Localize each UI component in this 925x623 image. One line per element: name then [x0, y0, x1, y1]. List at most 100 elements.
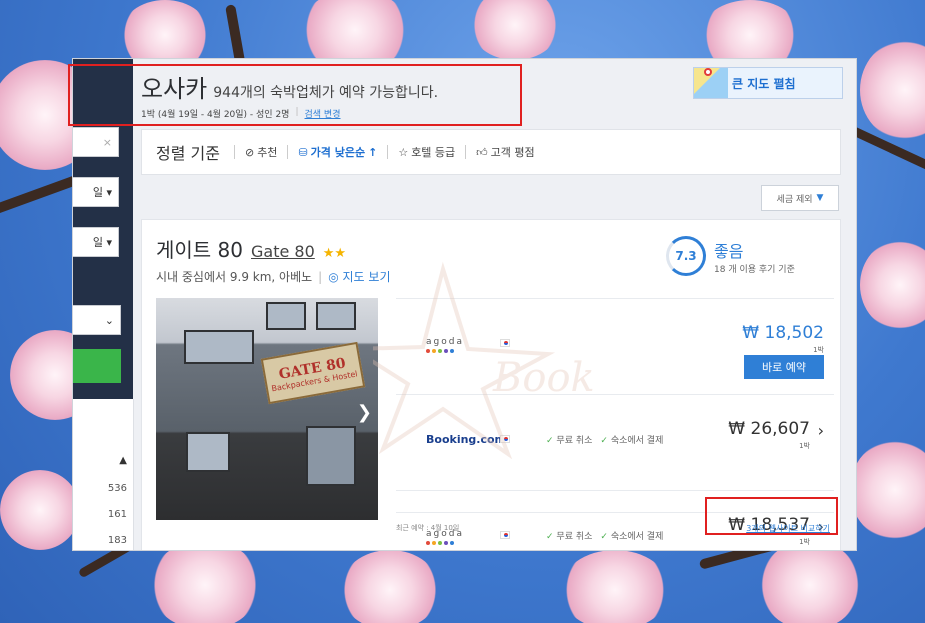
agoda-dots — [426, 349, 464, 353]
price-per-night: 1박 — [813, 346, 824, 354]
hotel-name-ko[interactable]: 게이트 80 — [156, 234, 243, 263]
chevron-right-icon[interactable]: › — [818, 421, 824, 440]
map-pin-icon — [704, 68, 712, 76]
check-icon: ✓ — [546, 436, 554, 446]
show-map-link[interactable]: ◎ 지도 보기 — [328, 268, 390, 285]
tax-toggle-button[interactable]: 세금 제외 ▼ — [761, 185, 839, 211]
hotel-name-en[interactable]: Gate 80 — [251, 242, 315, 261]
offer-perks: ✓ 무료 취소 ✓ 숙소에서 결제 — [546, 433, 663, 446]
large-map-button[interactable]: 큰 지도 펼침 — [693, 67, 843, 99]
map-thumbnail — [694, 68, 728, 98]
divider: | — [318, 269, 323, 284]
divider — [287, 145, 289, 159]
filter-count: 161 — [107, 509, 127, 520]
chevron-down-icon: ⌄ — [104, 313, 114, 327]
site-name: agoda — [426, 337, 464, 347]
price-amount: ₩ 26,607 — [728, 419, 810, 439]
caret-down-icon: ▼ — [816, 193, 824, 203]
collapse-icon[interactable]: ▲ — [119, 455, 127, 466]
show-map-label: 지도 보기 — [342, 270, 391, 284]
site-name: Booking.com — [426, 433, 507, 446]
location-text: 시내 중심에서 9.9 km, 아베노 — [156, 270, 313, 284]
sort-option-label: 고객 평점 — [490, 146, 535, 159]
checkout-select[interactable]: 일 ▾ — [73, 227, 119, 257]
clear-field[interactable]: × — [73, 127, 119, 157]
search-button[interactable] — [73, 349, 121, 383]
divider — [233, 145, 235, 159]
filter-list: ▲ 536 161 183 — [73, 399, 133, 550]
hotel-location: 시내 중심에서 9.9 km, 아베노 | ◎ 지도 보기 — [156, 268, 391, 285]
rating-score: 7.3 — [666, 236, 706, 276]
filter-count: 183 — [107, 535, 127, 546]
location-pin-icon: ◎ — [328, 270, 339, 284]
check-circle-icon: ⊘ — [244, 145, 255, 159]
recent-booking: 최근 예약 : 4월 10일 — [396, 524, 460, 532]
hotel-card: 게이트 80 Gate 80 ★★ 시내 중심에서 9.9 km, 아베노 | … — [141, 219, 841, 550]
photo-window — [316, 302, 356, 330]
korea-flag-icon — [500, 435, 510, 443]
thumbs-up-icon: 👍︎ — [476, 145, 488, 159]
korea-flag-icon — [500, 339, 510, 347]
guests-select[interactable]: ⌄ — [73, 305, 121, 335]
sort-option-label: 추천 — [257, 146, 278, 159]
booking-logo: Booking.com — [426, 433, 506, 446]
book-now-button[interactable]: 바로 예약 — [744, 355, 824, 379]
divider — [387, 145, 389, 159]
star-outline-icon: ☆ — [398, 145, 409, 159]
availability-count: 944개의 숙박업체가 예약 가능합니다. — [213, 85, 439, 101]
card-footer: 최근 예약 : 4월 10일 3개의 웹사이트 비교하기 — [396, 512, 834, 542]
browser-window: × 일 ▾ 일 ▾ ⌄ ▲ 536 161 183 오사카 944개의 숙박업체… — [72, 58, 857, 551]
filter-count: 536 — [107, 483, 127, 494]
sort-recommended[interactable]: ⊘ 추천 — [245, 144, 277, 160]
divider — [465, 145, 467, 159]
hotel-photo[interactable]: GATE 80 Backpackers & Hostel ❯ — [156, 298, 378, 520]
price-per-night: 1박 — [799, 442, 810, 450]
sort-heading: 정렬 기준 — [156, 144, 220, 163]
change-search-link[interactable]: 검색 변경 — [305, 107, 341, 120]
perk-label: 숙소에서 결제 — [610, 436, 664, 446]
offer-row[interactable]: agoda ₩ 18,502 1박 바로 예약 — [396, 298, 834, 394]
results-main: 오사카 944개의 숙박업체가 예약 가능합니다. 1박 (4월 19일 - 4… — [141, 59, 853, 550]
offer-row[interactable]: Booking.com ✓ 무료 취소 ✓ 숙소에서 결제 ₩ 26,607 1… — [396, 394, 834, 490]
sort-price-low[interactable]: ⛁ 가격 낮은순 ↑ — [298, 144, 377, 160]
caret-down-icon: ▾ — [106, 185, 112, 199]
offer-price: ₩ 26,607 1박 › — [728, 419, 824, 451]
rating-label: 좋음 — [714, 241, 744, 261]
checkin-select[interactable]: 일 ▾ — [73, 177, 119, 207]
divider: | — [295, 107, 299, 117]
price-amount: ₩ 18,502 — [742, 323, 824, 343]
agoda-logo: agoda — [426, 337, 464, 353]
sort-bar: 정렬 기준 ⊘ 추천 ⛁ 가격 낮은순 ↑ ☆ 호텔 등급 👍︎ 고객 평점 — [141, 129, 841, 175]
next-photo-icon[interactable]: ❯ — [357, 402, 372, 423]
review-count: 18 개 이용 후기 기준 — [714, 264, 795, 275]
offer-price: ₩ 18,502 1박 — [742, 323, 824, 355]
check-icon: ✓ — [600, 436, 608, 446]
sort-option-label: 호텔 등급 — [411, 146, 456, 159]
divider — [133, 399, 134, 550]
photo-window — [186, 432, 230, 472]
hotel-sign: GATE 80 Backpackers & Hostel — [260, 341, 366, 405]
caret-down-icon: ▾ — [106, 235, 112, 249]
city-name: 오사카 — [141, 75, 208, 103]
search-details: 1박 (4월 19일 - 4월 20일) - 성인 2명 — [141, 110, 290, 120]
sort-hotel-class[interactable]: ☆ 호텔 등급 — [398, 144, 455, 160]
rating-block: 7.3 좋음 18 개 이용 후기 기준 — [666, 236, 795, 276]
sort-guest-rating[interactable]: 👍︎ 고객 평점 — [476, 144, 534, 160]
tax-toggle-label: 세금 제외 — [776, 194, 813, 205]
close-icon[interactable]: × — [103, 136, 112, 149]
hotel-name: 게이트 80 Gate 80 ★★ — [156, 234, 346, 263]
results-title: 오사카 944개의 숙박업체가 예약 가능합니다. — [141, 69, 438, 104]
photo-window — [184, 330, 254, 364]
star-rating-icon: ★★ — [322, 246, 347, 261]
checkin-select-label: 일 — [92, 186, 103, 199]
filter-sidebar: × 일 ▾ 일 ▾ ⌄ — [73, 59, 133, 399]
photo-door — [306, 426, 356, 486]
large-map-label: 큰 지도 펼침 — [732, 76, 796, 91]
compare-sites-link[interactable]: 3개의 웹사이트 비교하기 — [746, 523, 830, 534]
perk-label: 무료 취소 — [556, 436, 593, 446]
search-summary: 1박 (4월 19일 - 4월 20일) - 성인 2명 | 검색 변경 — [141, 107, 341, 120]
coins-icon: ⛁ — [298, 145, 308, 159]
photo-window — [266, 302, 306, 330]
sort-option-label: 가격 낮은순 — [310, 146, 366, 159]
checkout-select-label: 일 — [92, 236, 103, 249]
